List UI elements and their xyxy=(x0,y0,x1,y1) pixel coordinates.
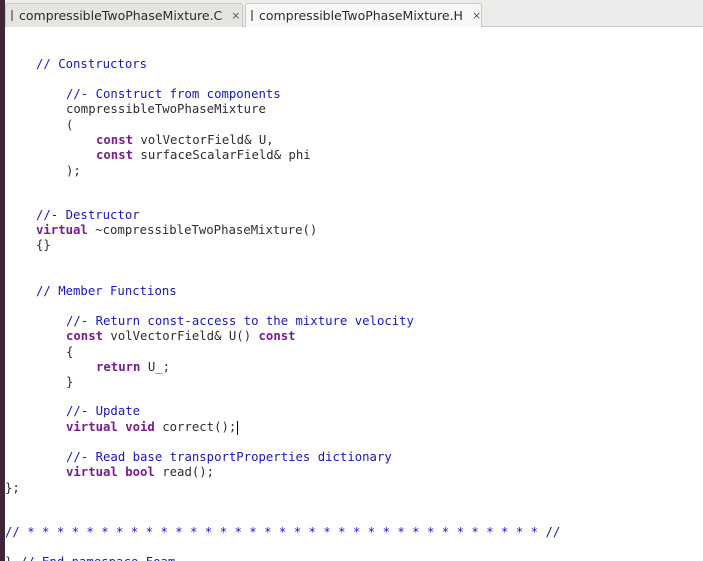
code-text: surfaceScalarField& phi xyxy=(133,148,311,162)
code-line: }; xyxy=(5,481,20,495)
code-keyword: virtual void xyxy=(66,420,155,434)
tab-label: compressibleTwoPhaseMixture.C xyxy=(19,8,223,23)
code-line: {} xyxy=(36,238,51,252)
code-comment: // End namespace Foam xyxy=(20,555,175,561)
code-line: virtual void correct(); xyxy=(66,419,239,435)
code-line: // * * * * * * * * * * * * * * * * * * *… xyxy=(5,525,561,539)
code-line: return U_; xyxy=(96,359,170,375)
code-text: U_; xyxy=(140,360,171,374)
code-text: } xyxy=(5,555,20,561)
code-text: correct(); xyxy=(154,420,237,434)
code-keyword: const xyxy=(258,329,296,343)
code-line: virtual ~compressibleTwoPhaseMixture() xyxy=(36,222,317,238)
file-icon xyxy=(251,10,253,21)
code-line: ( xyxy=(66,118,74,132)
code-line: const volVectorField& U() const xyxy=(66,328,296,344)
code-line: // Constructors xyxy=(36,57,148,71)
code-keyword: return xyxy=(96,360,141,374)
code-line: ); xyxy=(66,164,81,178)
code-editor[interactable]: // Constructors //- Construct from compo… xyxy=(5,27,703,561)
code-text: read(); xyxy=(154,465,215,479)
code-line: //- Destructor xyxy=(36,208,140,222)
code-line: //- Return const-access to the mixture v… xyxy=(66,314,414,328)
code-keyword: virtual bool xyxy=(66,465,155,479)
code-line: compressibleTwoPhaseMixture xyxy=(66,102,266,116)
tab-compressible-two-phase-mixture-c[interactable]: compressibleTwoPhaseMixture.C × xyxy=(5,3,243,27)
tab-compressible-two-phase-mixture-h[interactable]: compressibleTwoPhaseMixture.H × xyxy=(245,3,482,27)
text-cursor xyxy=(237,420,239,435)
code-keyword: const xyxy=(96,148,134,162)
file-icon xyxy=(11,10,13,21)
code-keyword: virtual xyxy=(36,223,88,237)
tab-close-icon[interactable]: × xyxy=(231,9,240,22)
code-text: ~compressibleTwoPhaseMixture() xyxy=(87,223,318,237)
code-line: const surfaceScalarField& phi xyxy=(96,147,311,163)
code-line: //- Construct from components xyxy=(66,87,281,101)
code-keyword: const xyxy=(96,133,134,147)
code-text: volVectorField& U, xyxy=(133,133,274,147)
code-text: volVectorField& U() xyxy=(103,329,259,343)
code-keyword: const xyxy=(66,329,104,343)
code-line: } xyxy=(66,375,74,389)
code-line: { xyxy=(66,345,74,359)
code-line: const volVectorField& U, xyxy=(96,132,274,148)
code-line: // Member Functions xyxy=(36,284,177,298)
tab-label: compressibleTwoPhaseMixture.H xyxy=(259,8,463,23)
code-line: //- Update xyxy=(66,404,141,418)
code-line: } // End namespace Foam xyxy=(5,554,175,561)
code-line: //- Read base transportProperties dictio… xyxy=(66,450,392,464)
tab-close-icon[interactable]: × xyxy=(472,9,481,22)
editor-tab-bar: compressibleTwoPhaseMixture.C × compress… xyxy=(5,0,703,27)
code-line: virtual bool read(); xyxy=(66,464,214,480)
